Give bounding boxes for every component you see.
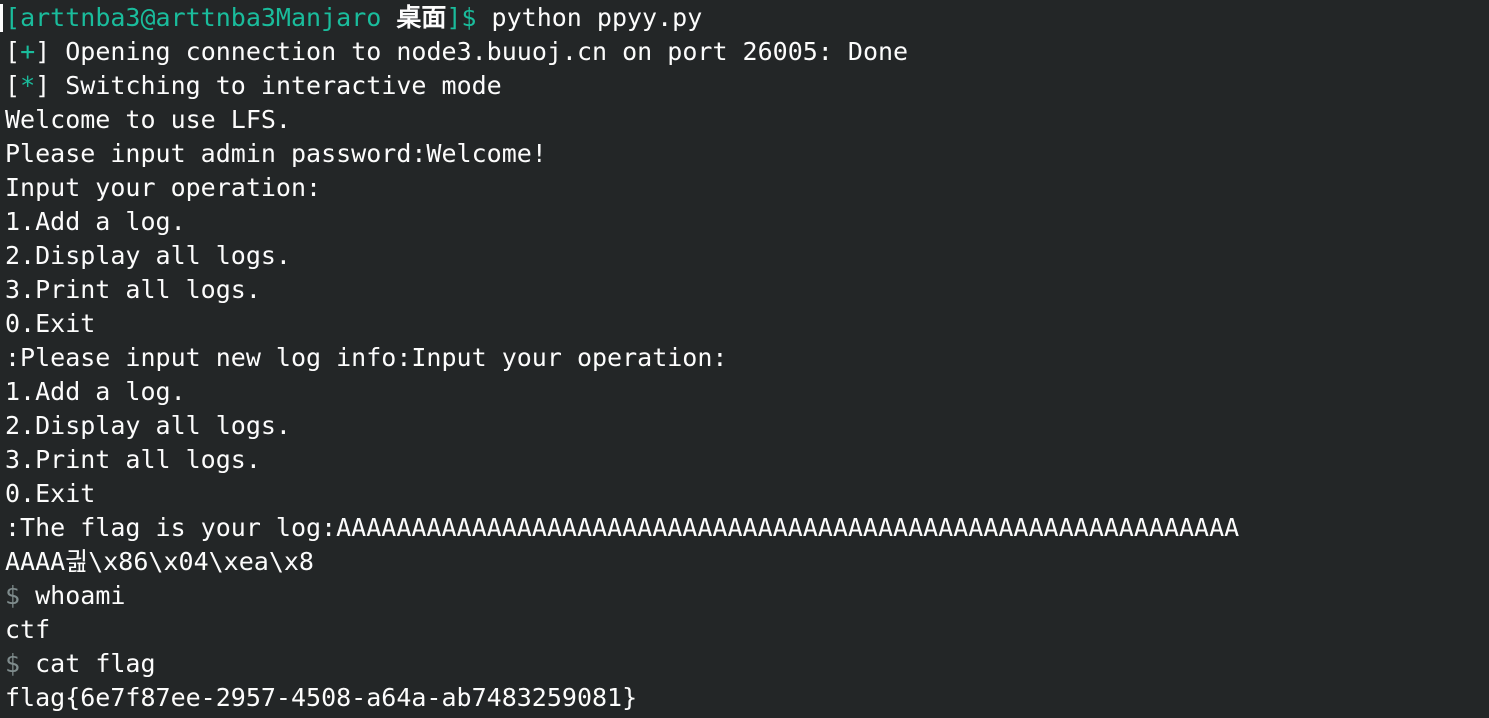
terminal-window[interactable]: [arttnba3@arttnba3Manjaro 桌面]$ python pp… — [0, 0, 1489, 718]
session-result-line: ctf — [5, 615, 51, 644]
output-line: AAAA긢\x86\x04\xea\x8 — [5, 547, 314, 576]
flag-result-line: flag{6e7f87ee-2957-4508-a64a-ab748325908… — [5, 683, 638, 712]
shell-prompt-line: [arttnba3@arttnba3Manjaro 桌面]$ python pp… — [5, 1, 1489, 35]
output-line: 3.Print all logs. — [5, 445, 261, 474]
status-line-interactive: [*] Switching to interactive mode — [5, 71, 502, 100]
status-text: Switching to interactive mode — [50, 71, 502, 100]
session-command-line: $ cat flag — [5, 647, 1489, 681]
output-line: 3.Print all logs. — [5, 275, 261, 304]
session-command: whoami — [20, 581, 126, 610]
output-line: :The flag is your log:AAAAAAAAAAAAAAAAAA… — [5, 513, 1240, 542]
output-line: 0.Exit — [5, 479, 96, 508]
status-star-mark: * — [20, 71, 36, 100]
session-command-line: $ whoami — [5, 579, 1489, 613]
output-line: Welcome to use LFS. — [5, 105, 291, 134]
prompt-open-bracket: [ — [5, 3, 21, 32]
output-line: 0.Exit — [5, 309, 96, 338]
output-line: Please input admin password:Welcome! — [5, 139, 547, 168]
output-line: 2.Display all logs. — [5, 241, 291, 270]
session-command: cat flag — [20, 649, 156, 678]
dollar-prompt: $ — [5, 581, 21, 610]
dollar-prompt: $ — [5, 649, 21, 678]
output-line: 2.Display all logs. — [5, 411, 291, 440]
prompt-user-host: arttnba3@arttnba3Manjaro — [20, 3, 382, 32]
prompt-close-bracket: ]$ — [446, 3, 477, 32]
prompt-command: python ppyy.py — [476, 3, 703, 32]
prompt-directory: 桌面 — [396, 3, 447, 32]
output-line: 1.Add a log. — [5, 207, 186, 236]
status-plus-mark: + — [20, 37, 36, 66]
status-line-connection: [+] Opening connection to node3.buuoj.cn… — [5, 37, 909, 66]
output-line: :Please input new log info:Input your op… — [5, 343, 728, 372]
output-line: Input your operation: — [5, 173, 322, 202]
output-line: 1.Add a log. — [5, 377, 186, 406]
text-cursor — [0, 4, 3, 32]
status-text: Opening connection to node3.buuoj.cn on … — [50, 37, 909, 66]
